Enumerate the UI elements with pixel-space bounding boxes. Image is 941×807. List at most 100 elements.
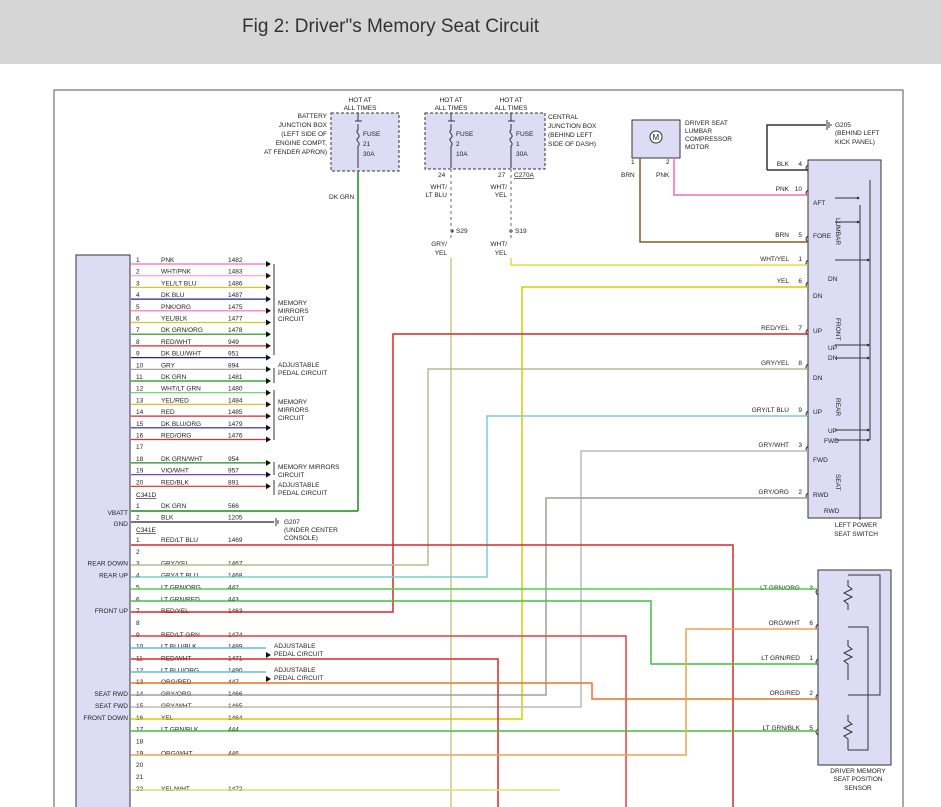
- sensor-pin-number: 1: [809, 655, 813, 662]
- fuse-1-number: 1: [516, 141, 520, 148]
- pin-number: 18: [136, 456, 144, 463]
- circuit-number: 954: [228, 456, 239, 463]
- pin-number: 18: [136, 738, 144, 745]
- wire-label-gry-yel-top-2: YEL: [435, 250, 448, 257]
- motor-pin-1: 1: [631, 159, 635, 166]
- circuit-number: 951: [228, 351, 239, 358]
- ground-g207-label: (UNDER CENTER: [284, 527, 338, 534]
- pin-number: 4: [136, 292, 140, 299]
- arrow-icon: [266, 307, 271, 314]
- pin-number: 5: [136, 304, 140, 311]
- switch-pin-number: 5: [798, 232, 802, 239]
- group-label: CIRCUIT: [278, 415, 304, 422]
- pin-number: 15: [136, 421, 144, 428]
- switch-section-label: SEAT: [834, 474, 841, 491]
- fuse-21-label: FUSE: [363, 131, 381, 138]
- arrow-icon: [266, 378, 271, 384]
- switch-node: [856, 220, 860, 224]
- switch-pin-number: 1: [798, 256, 802, 263]
- fuse-2-rating: 10A: [456, 151, 468, 158]
- splice-s19: S19: [515, 228, 527, 235]
- switch-position-label: FORE: [813, 233, 832, 240]
- switch-section-label: REAR: [834, 398, 841, 416]
- seat-switch-title-2: SEAT SWITCH: [834, 531, 878, 538]
- pin-number: 16: [136, 433, 144, 440]
- wire-color-label: DK BLU/WHT: [161, 351, 201, 358]
- circuit-number: 1482: [228, 257, 243, 264]
- pin-number: 17: [136, 727, 144, 734]
- wiring-diagram: HOT AT ALL TIMES BATTERY JUNCTION BOX (L…: [53, 89, 904, 807]
- arrow-icon: [266, 354, 271, 361]
- pin-number: 20: [136, 762, 144, 769]
- arrow-icon: [266, 676, 271, 682]
- wire-color-label: VIO/WHT: [161, 468, 189, 475]
- battery-jb-desc-5: AT FENDER APRON): [264, 149, 327, 156]
- wire-label-wht-yel-top-2: YEL: [495, 250, 508, 257]
- pin-number: 2: [136, 515, 140, 522]
- arrow-icon: [266, 413, 271, 420]
- pin-number: 1: [136, 257, 140, 264]
- wire-label-gry-yel-top-1: GRY/: [431, 241, 447, 248]
- side-label: FRONT DOWN: [83, 715, 128, 722]
- pin-number: 10: [136, 644, 144, 651]
- circuit-number: 1476: [228, 433, 243, 440]
- circuit-number: 1484: [228, 397, 243, 404]
- connector-c341e: C341E: [136, 527, 157, 534]
- ground-g205-desc-1: (BEHIND LEFT: [835, 130, 879, 137]
- wire-color-label: DK GRN: [161, 374, 187, 381]
- arrow-icon: [266, 483, 271, 490]
- pin-number: 12: [136, 386, 144, 393]
- arrow-icon: [266, 261, 271, 267]
- wire-color-label: YEL/BLK: [161, 316, 188, 323]
- pin-number: 21: [136, 774, 144, 781]
- group-label: ADJUSTABLE: [278, 362, 320, 369]
- switch-wire-label: GRY/WHT: [758, 442, 789, 449]
- motor-wire-brn: BRN: [621, 172, 635, 179]
- sensor-pin-number: 6: [809, 620, 813, 627]
- wire-color-label: PNK: [161, 257, 175, 264]
- switch-position-label: DN: [813, 375, 823, 382]
- ground-g205-label: G205: [835, 122, 851, 129]
- arrow-icon: [266, 284, 271, 291]
- switch-wire-label: GRY/YEL: [761, 360, 789, 367]
- pin-number: 10: [136, 362, 144, 369]
- circuit-number: 1478: [228, 327, 243, 334]
- sensor-pin-number: 2: [809, 690, 813, 697]
- fuse-2-label: FUSE: [456, 131, 474, 138]
- wire-label-wht-yel-1: WHT/: [490, 184, 507, 191]
- pin-number: 6: [136, 596, 140, 603]
- switch-pin-number: 9: [798, 407, 802, 414]
- sensor-wire-label: LT GRN/RED: [761, 655, 800, 662]
- motor-desc-1: DRIVER SEAT: [685, 120, 728, 127]
- wire-color-label: GRY: [161, 362, 176, 369]
- wire-color-label: PNK/ORG: [161, 304, 191, 311]
- group-label: MIRRORS: [278, 308, 309, 315]
- wire-color-label: RED: [161, 409, 175, 416]
- circuit-number: 1486: [228, 280, 243, 287]
- motor-desc-3: COMPRESSOR: [685, 136, 732, 143]
- arrow-icon: [266, 471, 271, 478]
- ground-g205-icon: [826, 120, 832, 130]
- wire-label-wht-yel-top-1: WHT/: [490, 241, 507, 248]
- sensor-title-2: SEAT POSITION: [833, 776, 883, 783]
- motor-symbol: M: [653, 133, 660, 142]
- fuse-1-rating: 30A: [516, 151, 528, 158]
- splice-s29: S29: [456, 228, 468, 235]
- cjb-hot1-label-2: ALL TIMES: [435, 105, 469, 112]
- group-label: MEMORY: [278, 399, 308, 406]
- pin-number: 12: [136, 667, 144, 674]
- arrow-icon: [266, 319, 271, 326]
- wire-color-label: LT GRN/RED: [161, 596, 200, 603]
- sensor-title-3: SENSOR: [844, 785, 872, 792]
- group-label: PEDAL CIRCUIT: [278, 490, 327, 497]
- cjb-hot2-label-2: ALL TIMES: [495, 105, 529, 112]
- wire-color-label: LT BLU/ORG: [161, 667, 199, 674]
- switch-node: [866, 428, 870, 432]
- battery-jb-desc-1: BATTERY: [298, 113, 328, 120]
- motor-wire-pnk: PNK: [656, 172, 670, 179]
- circuit-number: 566: [228, 503, 239, 510]
- motor-pin-2: 2: [666, 159, 670, 166]
- arrow-icon: [266, 342, 271, 349]
- circuit-number: 1485: [228, 409, 243, 416]
- arrow-icon: [266, 436, 271, 443]
